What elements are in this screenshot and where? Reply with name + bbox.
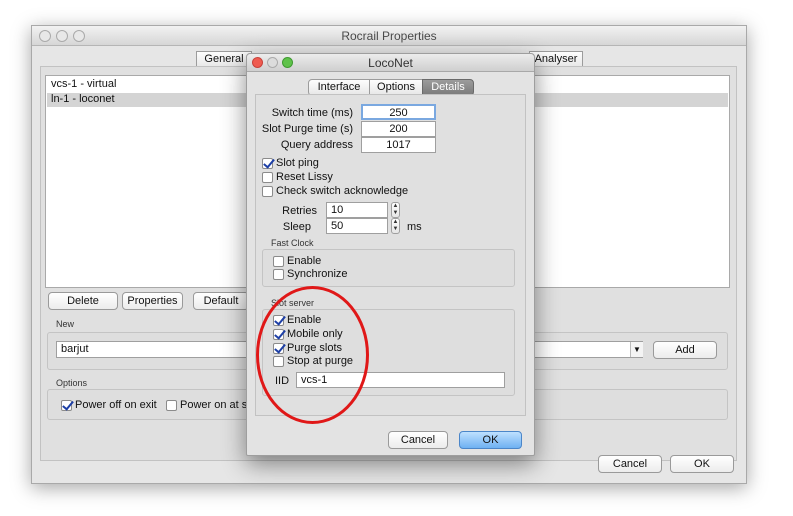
stepper-up-icon[interactable]: ▲ <box>392 203 399 210</box>
checkbox-unchecked-icon <box>273 269 284 280</box>
checkbox-checked-icon <box>273 329 284 340</box>
sleep-stepper[interactable]: ▲ ▼ <box>391 218 400 234</box>
power-on-at-start-checkbox[interactable]: Power on at st <box>166 399 250 412</box>
window-title: Rocrail Properties <box>341 29 437 43</box>
checkbox-unchecked-icon <box>273 256 284 267</box>
main-titlebar: Rocrail Properties <box>32 26 746 46</box>
default-button[interactable]: Default <box>193 292 249 310</box>
sleep-label: Sleep <box>282 221 311 233</box>
checkbox-unchecked-icon <box>166 400 177 411</box>
switch-time-field[interactable]: 250 <box>361 104 436 120</box>
fast-clock-enable-checkbox[interactable]: Enable <box>273 255 321 268</box>
stepper-down-icon[interactable]: ▼ <box>392 226 399 233</box>
iid-label: IID <box>275 375 290 387</box>
dialog-ok-button[interactable]: OK <box>459 431 522 449</box>
iid-field[interactable]: vcs-1 <box>296 372 505 388</box>
retries-field[interactable]: 10 <box>326 202 388 218</box>
slot-purge-time-field[interactable]: 200 <box>361 121 436 137</box>
sleep-field[interactable]: 50 <box>326 218 388 234</box>
dialog-title: LocoNet <box>368 56 413 70</box>
new-group-title: New <box>56 319 75 329</box>
retries-label: Retries <box>282 205 317 217</box>
properties-button[interactable]: Properties <box>122 292 183 310</box>
checkbox-checked-icon <box>273 343 284 354</box>
slot-server-title: Slot server <box>271 298 315 308</box>
loconet-titlebar: LocoNet <box>247 54 534 72</box>
checkbox-unchecked-icon <box>262 172 273 183</box>
main-ok-button[interactable]: OK <box>670 455 734 473</box>
mobile-only-checkbox[interactable]: Mobile only <box>273 328 343 341</box>
slot-ping-checkbox[interactable]: Slot ping <box>262 157 319 170</box>
delete-button[interactable]: Delete <box>48 292 118 310</box>
stepper-up-icon[interactable]: ▲ <box>392 219 399 226</box>
retries-stepper[interactable]: ▲ ▼ <box>391 202 400 218</box>
purge-slots-checkbox[interactable]: Purge slots <box>273 342 342 355</box>
add-button[interactable]: Add <box>653 341 717 359</box>
checkbox-unchecked-icon <box>273 356 284 367</box>
checkbox-unchecked-icon <box>262 186 273 197</box>
stepper-down-icon[interactable]: ▼ <box>392 210 399 217</box>
main-cancel-button[interactable]: Cancel <box>598 455 662 473</box>
power-off-on-exit-checkbox[interactable]: Power off on exit <box>61 399 157 412</box>
fast-clock-synchronize-checkbox[interactable]: Synchronize <box>273 268 348 281</box>
loconet-dialog: LocoNet Interface Options Details Switch… <box>246 53 535 456</box>
query-address-field[interactable]: 1017 <box>361 137 436 153</box>
slot-purge-time-label: Slot Purge time (s) <box>261 123 353 135</box>
slot-server-enable-checkbox[interactable]: Enable <box>273 314 321 327</box>
dropdown-arrow-icon[interactable]: ▼ <box>630 342 643 357</box>
checkbox-checked-icon <box>262 158 273 169</box>
options-group-title: Options <box>56 378 88 388</box>
sleep-unit: ms <box>407 221 422 233</box>
checkbox-checked-icon <box>61 400 72 411</box>
stop-at-purge-checkbox[interactable]: Stop at purge <box>273 355 353 368</box>
dialog-cancel-button[interactable]: Cancel <box>388 431 448 449</box>
switch-time-label: Switch time (ms) <box>271 107 353 119</box>
reset-lissy-checkbox[interactable]: Reset Lissy <box>262 171 333 184</box>
checkbox-checked-icon <box>273 315 284 326</box>
fast-clock-title: Fast Clock <box>271 238 314 248</box>
query-address-label: Query address <box>280 139 353 151</box>
check-switch-ack-checkbox[interactable]: Check switch acknowledge <box>262 185 408 198</box>
